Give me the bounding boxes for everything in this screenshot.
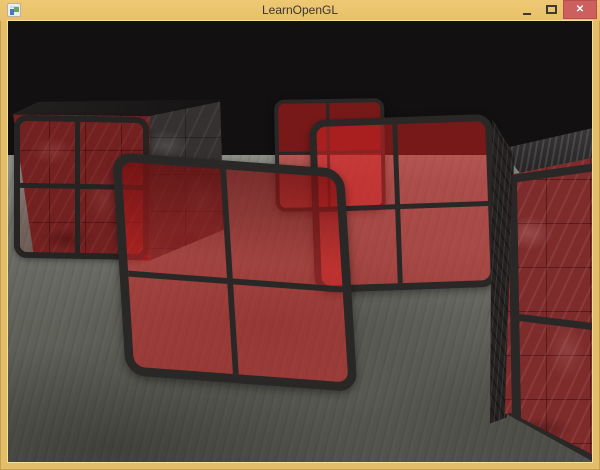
window-crossbar-vertical bbox=[220, 169, 239, 374]
window-crossbar-horizontal bbox=[128, 270, 343, 292]
minimize-icon bbox=[523, 13, 531, 15]
window-title: LearnOpenGL bbox=[0, 0, 600, 21]
close-icon: ✕ bbox=[563, 0, 597, 19]
maximize-icon bbox=[546, 5, 557, 14]
window-front bbox=[112, 152, 358, 392]
close-button[interactable]: ✕ bbox=[563, 0, 597, 19]
maximize-button[interactable] bbox=[541, 0, 563, 21]
titlebar[interactable]: LearnOpenGL ✕ bbox=[0, 0, 600, 21]
marble-cube-right-front-face bbox=[502, 135, 592, 462]
window-on-right-cube-crossbar bbox=[511, 313, 592, 331]
minimize-button[interactable] bbox=[517, 0, 540, 21]
app-window: LearnOpenGL ✕ bbox=[0, 0, 600, 470]
gl-viewport[interactable] bbox=[8, 21, 592, 462]
